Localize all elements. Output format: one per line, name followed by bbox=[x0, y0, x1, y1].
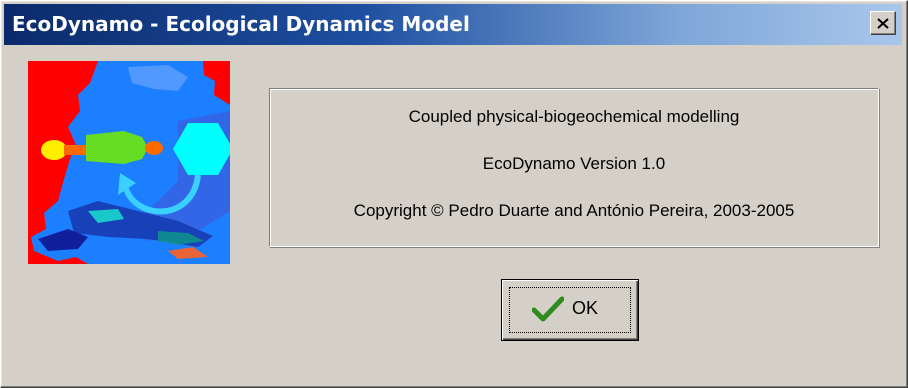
title-bar[interactable]: EcoDynamo - Ecological Dynamics Model bbox=[4, 4, 902, 45]
subtitle-text: Coupled physical-biogeochemical modellin… bbox=[408, 107, 740, 126]
ok-button-label: OK bbox=[572, 298, 599, 318]
window-title: EcoDynamo - Ecological Dynamics Model bbox=[12, 12, 470, 36]
checkmark-icon bbox=[532, 296, 564, 322]
close-icon bbox=[877, 17, 889, 29]
version-text: EcoDynamo Version 1.0 bbox=[482, 154, 666, 173]
info-panel: Coupled physical-biogeochemical modellin… bbox=[269, 88, 879, 247]
ecodynamo-logo-icon bbox=[28, 61, 230, 264]
close-button[interactable] bbox=[870, 11, 896, 35]
focus-rectangle bbox=[509, 287, 631, 333]
copyright-text: Copyright © Pedro Duarte and António Per… bbox=[353, 201, 795, 220]
about-dialog: EcoDynamo - Ecological Dynamics Model Co… bbox=[0, 0, 908, 388]
ok-button[interactable]: OK bbox=[501, 279, 639, 341]
